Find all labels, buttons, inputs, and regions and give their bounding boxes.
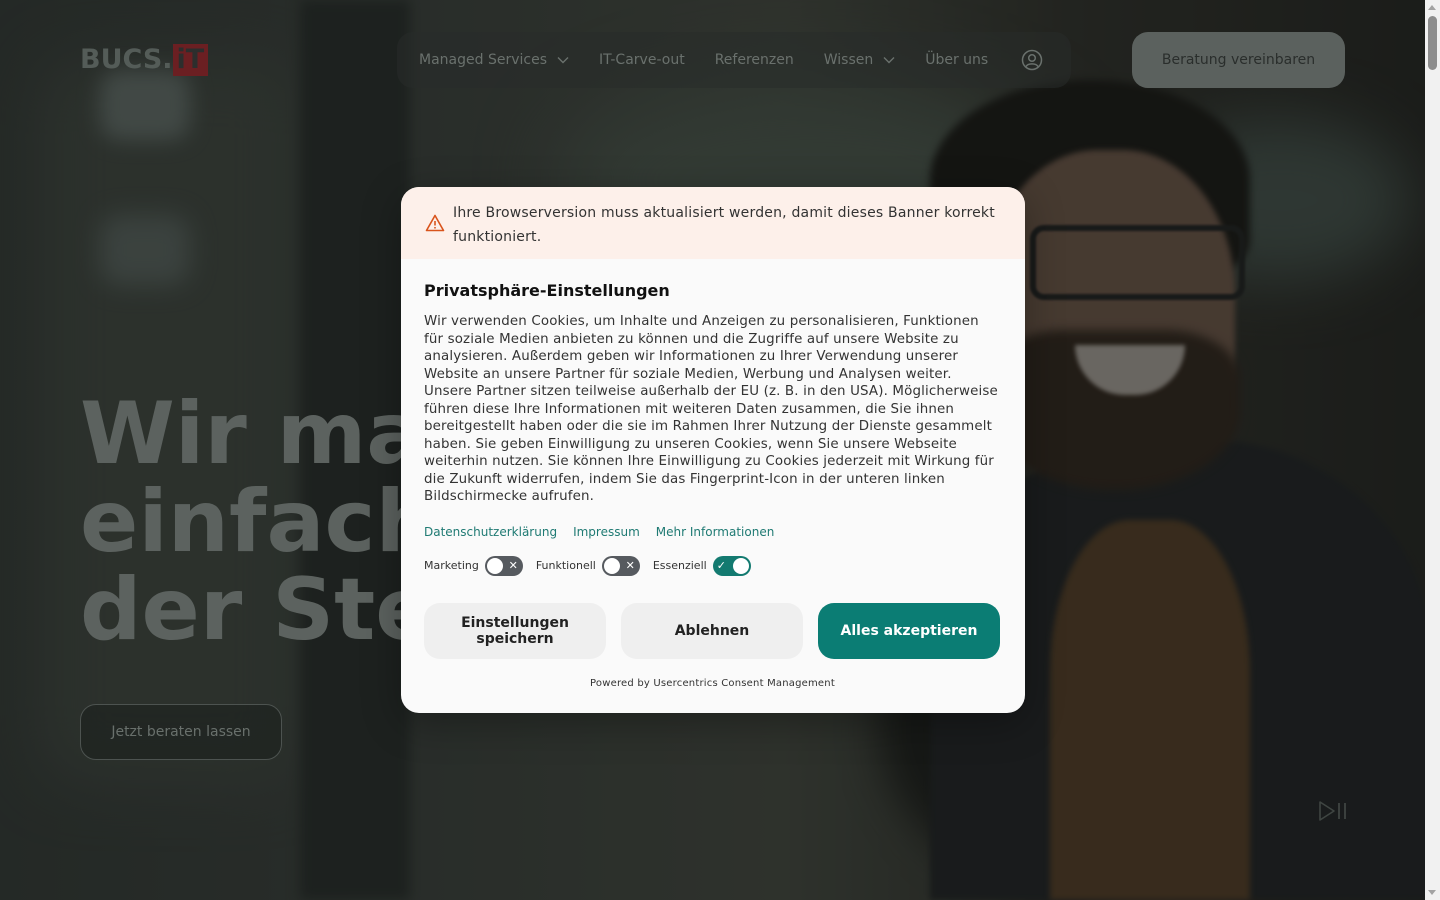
dialog-title: Privatsphäre-Einstellungen (424, 281, 670, 300)
checkmark-icon: ✓ (716, 558, 726, 572)
save-settings-button[interactable]: Einstellungen speichern (424, 602, 606, 659)
get-advice-button[interactable]: Jetzt beraten lassen (80, 704, 282, 760)
logo-mark: iT (172, 44, 209, 76)
marketing-toggle[interactable]: ✕ (484, 555, 523, 576)
play-pause-icon[interactable] (1318, 800, 1348, 822)
toggle-knob (486, 557, 503, 574)
consent-toggles: Marketing ✕ Funktionell ✕ Essenziell ✓ (424, 555, 1001, 576)
more-info-link[interactable]: Mehr Informationen (656, 525, 775, 539)
toggle-label-functional: Funktionell (535, 559, 596, 572)
warning-text: Ihre Browserversion muss aktualisiert we… (453, 205, 995, 245)
book-consultation-button[interactable]: Beratung vereinbaren (1132, 32, 1345, 88)
dialog-links: Datenschutzerklärung Impressum Mehr Info… (424, 525, 1001, 539)
essential-toggle[interactable]: ✓ (712, 555, 751, 576)
site-logo[interactable]: BUCS. iT (80, 44, 209, 76)
toggle-label-marketing: Marketing (424, 559, 479, 572)
nav-label: IT-Carve-out (598, 52, 685, 68)
nav-item-it-carve-out[interactable]: IT-Carve-out (599, 52, 685, 68)
powered-by-text[interactable]: Powered by Usercentrics Consent Manageme… (424, 678, 1001, 689)
warning-triangle-icon (425, 214, 445, 232)
browser-warning-banner: Ihre Browserversion muss aktualisiert we… (401, 187, 1025, 259)
scroll-up-arrow-icon[interactable] (1428, 5, 1436, 10)
nav-item-ueber-uns[interactable]: Über uns (925, 52, 988, 68)
scroll-thumb[interactable] (1428, 16, 1437, 70)
chevron-down-icon (883, 57, 895, 64)
close-icon: ✕ (625, 558, 635, 572)
imprint-link[interactable]: Impressum (573, 525, 640, 539)
scroll-down-arrow-icon[interactable] (1428, 890, 1436, 895)
nav-label: Über uns (925, 52, 989, 68)
page-scrollbar[interactable] (1425, 0, 1440, 900)
user-circle-icon[interactable] (1021, 49, 1043, 71)
dialog-description: Wir verwenden Cookies, um Inhalte und An… (424, 314, 998, 504)
main-nav: Managed Services IT-Carve-out Referenzen… (397, 32, 1071, 88)
toggle-knob (603, 557, 620, 574)
toggle-knob (732, 557, 749, 574)
functional-toggle[interactable]: ✕ (601, 555, 640, 576)
chevron-down-icon (557, 57, 569, 64)
privacy-policy-link[interactable]: Datenschutzerklärung (424, 525, 557, 539)
nav-item-referenzen[interactable]: Referenzen (715, 52, 794, 68)
close-icon: ✕ (508, 558, 518, 572)
dialog-buttons: Einstellungen speichern Ablehnen Alles a… (424, 602, 1001, 659)
nav-label: Managed Services (419, 52, 547, 68)
consent-dialog: Ihre Browserversion muss aktualisiert we… (401, 187, 1025, 713)
logo-text: BUCS. (80, 44, 173, 75)
nav-label: Wissen (823, 52, 874, 68)
reject-button[interactable]: Ablehnen (621, 602, 803, 659)
nav-label: Referenzen (714, 52, 794, 68)
nav-item-managed-services[interactable]: Managed Services (419, 52, 569, 68)
nav-item-wissen[interactable]: Wissen (824, 52, 896, 68)
toggle-label-essential: Essenziell (652, 559, 707, 572)
accept-all-button[interactable]: Alles akzeptieren (818, 602, 1000, 659)
